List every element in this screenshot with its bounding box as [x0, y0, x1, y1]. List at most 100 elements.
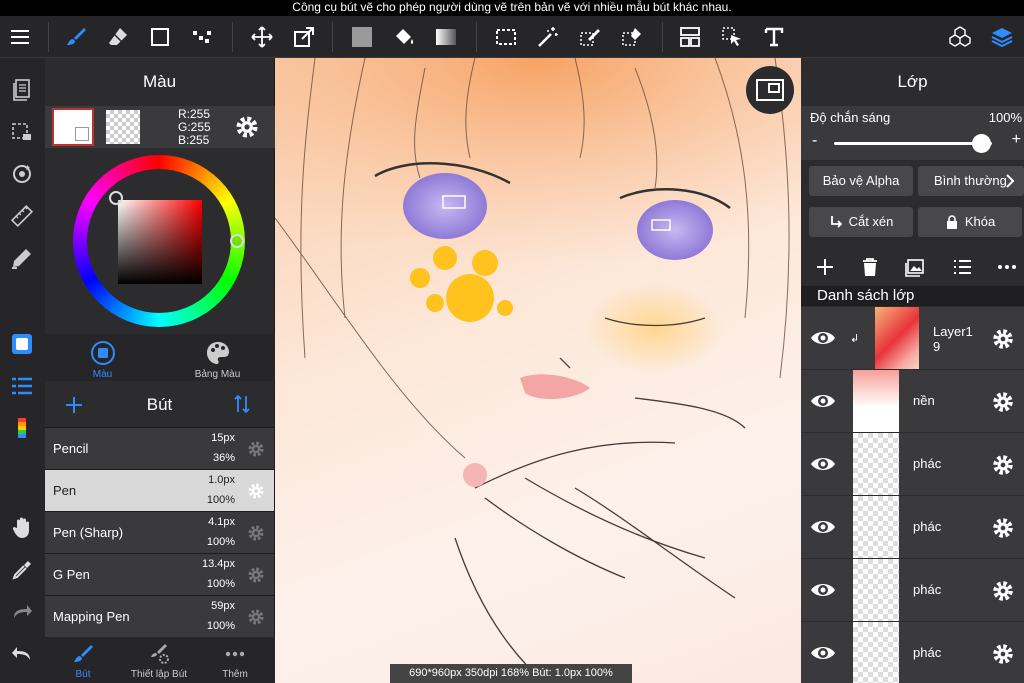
layer-name: nền [913, 393, 935, 408]
brush-row[interactable]: Pencil 15px 36% [45, 428, 274, 470]
delete-layer-button[interactable] [857, 254, 883, 280]
navigator-button[interactable] [746, 66, 794, 114]
layer-row[interactable]: ↲ Layer1 9 [801, 307, 1024, 370]
clipping-button[interactable]: Cắt xén [809, 207, 913, 237]
eyedropper-button[interactable] [8, 556, 36, 584]
blend-mode-button[interactable]: Bình thường [918, 166, 1024, 196]
gradient-tool-button[interactable] [432, 23, 460, 51]
hand-tool-button[interactable] [8, 514, 36, 542]
undo-button[interactable] [8, 640, 36, 668]
sort-icon[interactable] [231, 393, 253, 415]
gear-icon[interactable] [246, 481, 266, 501]
layer-row[interactable]: phác [801, 622, 1024, 683]
eye-icon[interactable] [809, 516, 837, 538]
eye-icon[interactable] [809, 327, 837, 349]
gear-icon[interactable] [990, 515, 1016, 541]
opacity-increase[interactable]: + [1012, 131, 1021, 149]
opacity-slider-thumb[interactable] [971, 134, 991, 153]
fill-color-button[interactable] [348, 23, 376, 51]
color-wheel[interactable] [73, 155, 245, 327]
eye-icon[interactable] [809, 579, 837, 601]
layer-row[interactable]: phác [801, 559, 1024, 622]
color-panel: Màu R:255 G:255 B:255 Màu Bảng Màu [45, 58, 275, 381]
tab-brush-settings[interactable]: Thiết lập Bút [121, 637, 197, 683]
eraser-tool-button[interactable] [104, 23, 132, 51]
text-icon [764, 27, 784, 47]
magic-wand-button[interactable] [534, 23, 562, 51]
image-layer-button[interactable] [902, 254, 928, 280]
eye-icon[interactable] [809, 453, 837, 475]
tab-brush[interactable]: Bút [45, 637, 121, 683]
layer-name: phác [913, 645, 942, 660]
gear-icon[interactable] [246, 565, 266, 585]
brush-row[interactable]: G Pen 13.4px 100% [45, 554, 274, 596]
menu-button[interactable] [6, 23, 34, 51]
alpha-protect-button[interactable]: Bảo vệ Alpha [809, 166, 913, 196]
brush-list-toggle[interactable] [8, 372, 36, 400]
transform-tool-button[interactable] [290, 23, 318, 51]
operation-tool-button[interactable] [718, 23, 746, 51]
color-swatch-toggle[interactable] [8, 330, 36, 358]
redo-button[interactable] [8, 598, 36, 626]
gear-icon[interactable] [246, 439, 266, 459]
gear-icon[interactable] [990, 641, 1016, 667]
brush-row[interactable]: Pen (Sharp) 4.1px 100% [45, 512, 274, 554]
gear-icon[interactable] [233, 113, 261, 141]
main-color-swatch[interactable] [52, 108, 94, 146]
tab-more[interactable]: Thêm [197, 637, 273, 683]
layer-thumbnail [853, 496, 899, 558]
layer-row[interactable]: phác [801, 496, 1024, 559]
dot-tool-button[interactable] [188, 23, 216, 51]
layer-more-button[interactable] [994, 254, 1020, 280]
tab-palette[interactable]: Bảng Màu [160, 334, 275, 381]
materials-button[interactable] [946, 23, 974, 51]
snap-pen-button[interactable] [8, 244, 36, 272]
tab-color[interactable]: Màu [45, 334, 160, 381]
opacity-control: Độ chắn sáng 100% - + [801, 106, 1024, 160]
layer-row[interactable]: phác [801, 433, 1024, 496]
gear-icon[interactable] [246, 607, 266, 627]
select-eraser-button[interactable] [618, 23, 646, 51]
layer-row[interactable]: nền [801, 370, 1024, 433]
sv-picker-knob[interactable] [109, 191, 123, 205]
opacity-slider-track[interactable] [834, 142, 992, 145]
add-layer-button[interactable] [812, 254, 838, 280]
gear-icon[interactable] [990, 452, 1016, 478]
layers-toggle-button[interactable] [988, 23, 1016, 51]
layer-list-button[interactable] [949, 254, 975, 280]
drawing-canvas[interactable] [275, 58, 801, 683]
hue-picker-knob[interactable] [230, 234, 244, 248]
gear-icon[interactable] [990, 578, 1016, 604]
pages-button[interactable] [8, 76, 36, 104]
palette-bar-toggle[interactable] [8, 414, 36, 442]
bucket-tool-button[interactable] [390, 23, 418, 51]
brush-tool-button[interactable] [62, 23, 90, 51]
brush-name: Pen [53, 483, 77, 498]
select-rect-button[interactable] [492, 23, 520, 51]
eye-icon[interactable] [809, 390, 837, 412]
gear-icon[interactable] [990, 326, 1016, 352]
saturation-value-square[interactable] [118, 200, 202, 284]
gear-icon[interactable] [990, 389, 1016, 415]
move-tool-button[interactable] [248, 23, 276, 51]
select-cursor-icon [722, 27, 741, 46]
lock-button[interactable]: Khóa [918, 207, 1022, 237]
transparent-color-swatch[interactable] [106, 110, 140, 144]
brush-opacity: 100% [206, 620, 235, 632]
square-icon [151, 28, 169, 46]
brush-row[interactable]: Pen 1.0px 100% [45, 470, 274, 512]
frame-divider-button[interactable] [676, 23, 704, 51]
shape-tool-button[interactable] [146, 23, 174, 51]
brush-name: Pencil [53, 441, 89, 456]
opacity-decrease[interactable]: - [812, 132, 817, 150]
ruler-button[interactable] [8, 202, 36, 230]
gear-icon[interactable] [246, 523, 266, 543]
select-pen-button[interactable] [576, 23, 604, 51]
eye-icon[interactable] [809, 642, 837, 664]
brush-row[interactable]: Mapping Pen 59px 100% [45, 596, 274, 638]
select-layer-button[interactable] [8, 118, 36, 146]
rotate-canvas-button[interactable] [8, 160, 36, 188]
brush-opacity: 100% [206, 578, 235, 590]
layer-name: phác [913, 582, 942, 597]
text-tool-button[interactable] [760, 23, 788, 51]
